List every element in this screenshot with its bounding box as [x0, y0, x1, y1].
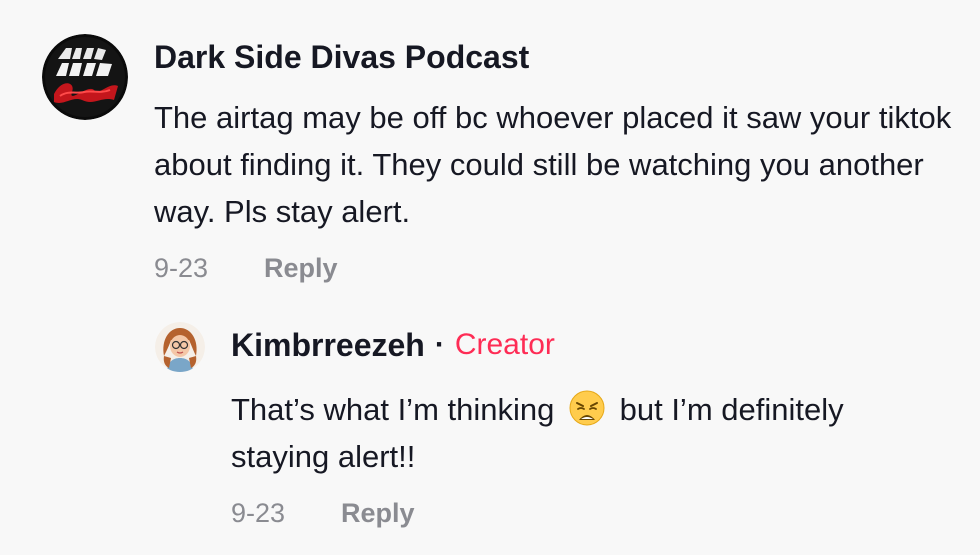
comment-author[interactable]: Dark Side Divas Podcast [154, 34, 529, 80]
reply-button[interactable]: Reply [341, 498, 415, 529]
comment-meta: 9-23 Reply [154, 253, 974, 284]
reply-button[interactable]: Reply [264, 253, 338, 284]
weary-face-emoji-icon [569, 390, 605, 426]
comment-thread: Dark Side Divas Podcast The airtag may b… [0, 0, 980, 555]
reply-author-line: Kimbrreezeh · Creator [231, 322, 931, 368]
reply-body: Kimbrreezeh · Creator That’s what I’m th… [231, 322, 931, 529]
reply-text: That’s what I’m thinking but I’m definit… [231, 386, 931, 480]
kimbrreezeh-avatar-icon[interactable] [155, 322, 205, 372]
author-separator: · [434, 328, 445, 361]
reply-text-start: That’s what I’m thinking [231, 392, 555, 427]
dark-side-divas-avatar-icon[interactable] [42, 34, 128, 120]
creator-badge: Creator [454, 328, 555, 361]
reply-meta: 9-23 Reply [231, 498, 931, 529]
reply-date: 9-23 [231, 498, 286, 528]
reply-item: Kimbrreezeh · Creator That’s what I’m th… [155, 322, 931, 529]
comment-body: Dark Side Divas Podcast The airtag may b… [154, 34, 974, 284]
comment-item: Dark Side Divas Podcast The airtag may b… [42, 34, 974, 284]
comment-text: The airtag may be off bc whoever placed … [154, 100, 952, 229]
comment-author-line: Dark Side Divas Podcast [154, 34, 974, 80]
comment-date: 9-23 [154, 253, 209, 283]
reply-author[interactable]: Kimbrreezeh [231, 322, 425, 368]
